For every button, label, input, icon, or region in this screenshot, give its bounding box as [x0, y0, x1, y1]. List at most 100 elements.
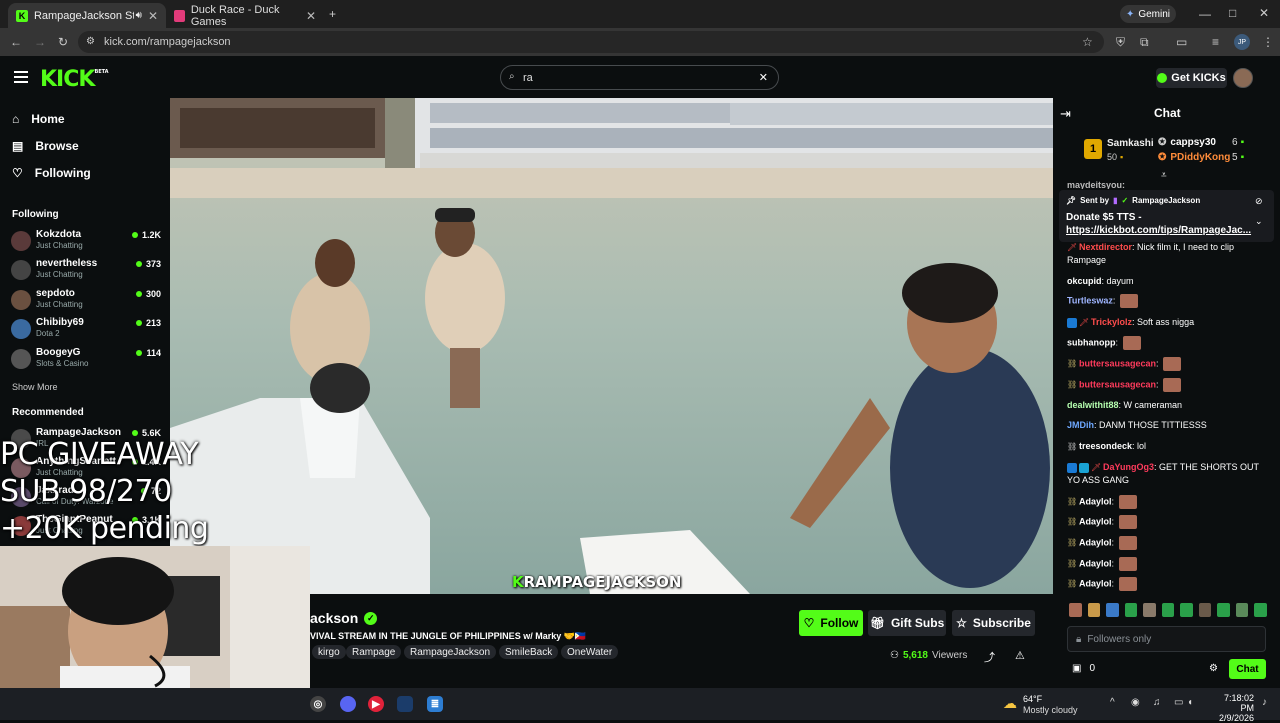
following-channel[interactable]: Kokzdota Just Chatting 1.2K	[11, 228, 161, 254]
following-channel[interactable]: BoogeyG Slots & Casino 114	[11, 346, 161, 372]
discord-icon[interactable]	[340, 696, 356, 712]
chat-input[interactable]: 🔒︎ Followers only	[1067, 626, 1266, 652]
notifications-bell-icon[interactable]: ♪	[1262, 697, 1267, 708]
expand-leaderboard-icon[interactable]: ⩡	[1161, 170, 1167, 181]
close-tab-icon[interactable]: ✕	[306, 9, 316, 23]
user-avatar[interactable]	[1233, 68, 1253, 88]
address-bar[interactable]: ⚙ kick.com/rampagejackson ☆	[78, 31, 1104, 53]
chat-username[interactable]: JMDih	[1067, 420, 1094, 430]
chat-username[interactable]: Adaylol	[1079, 578, 1112, 588]
stream-tag[interactable]: OneWater	[561, 645, 619, 659]
sidebar-item-following[interactable]: ♡ Following	[12, 166, 91, 180]
bookmark-star-icon[interactable]: ☆	[1082, 36, 1093, 48]
close-tab-icon[interactable]: ✕	[148, 9, 158, 23]
hamburger-menu-icon[interactable]	[14, 71, 28, 83]
reload-icon[interactable]: ↻	[58, 36, 68, 48]
maximize-icon[interactable]: □	[1229, 7, 1236, 19]
cast-icon[interactable]: ▭	[1176, 36, 1187, 48]
tab-rampagejackson[interactable]: K RampageJackson Stream - 🔊︎ ✕	[8, 3, 166, 28]
chat-username[interactable]: Turtleswaz	[1067, 295, 1113, 305]
following-channel[interactable]: sepdoto Just Chatting 300	[11, 287, 161, 313]
chat-username[interactable]: dealwithit88	[1067, 400, 1119, 410]
stream-tag[interactable]: SmileBack	[499, 645, 559, 659]
quick-emote[interactable]	[1180, 603, 1193, 617]
chevron-down-icon[interactable]: ⌄	[1255, 216, 1263, 227]
send-chat-button[interactable]: Chat	[1229, 659, 1266, 679]
weather-widget[interactable]: ☁ 64°F Mostly cloudy	[1003, 693, 1103, 715]
subscribe-button[interactable]: ☆ Subscribe	[952, 610, 1035, 636]
leaderboard-name[interactable]: Samkashi	[1107, 138, 1154, 149]
quick-emote[interactable]	[1254, 603, 1268, 617]
kicks-wallet[interactable]: ▣ 0	[1072, 663, 1095, 674]
chat-username[interactable]: buttersausagecan	[1079, 379, 1156, 389]
quick-emote[interactable]	[1143, 603, 1156, 617]
media-player-icon[interactable]: ▶	[368, 696, 384, 712]
report-icon[interactable]: ⚠	[1015, 649, 1025, 662]
sidebar-item-browse[interactable]: ▤ Browse	[12, 139, 79, 153]
volume-icon[interactable]: ◖	[1187, 697, 1193, 708]
following-channel[interactable]: nevertheless Just Chatting 373	[11, 257, 161, 283]
pinned-message[interactable]: 📌︎ Sent by ▮ ✓ RampageJackson ⊘ ⌄ Donate…	[1059, 190, 1274, 242]
chat-username[interactable]: buttersausagecan	[1079, 358, 1156, 368]
clear-search-icon[interactable]: ✕	[759, 71, 768, 84]
show-more-link[interactable]: Show More	[12, 382, 58, 392]
follow-button[interactable]: ♡ Follow	[799, 610, 863, 636]
quick-emote[interactable]	[1124, 603, 1138, 617]
stream-tag[interactable]: RampageJackson	[404, 645, 497, 659]
window-close-icon[interactable]: ✕	[1259, 7, 1269, 19]
minimize-icon[interactable]: —	[1199, 8, 1211, 20]
video-player[interactable]: KRAMPAGEJACKSON	[170, 98, 1053, 594]
profile-avatar[interactable]: JP	[1234, 34, 1250, 50]
audio-icon[interactable]: 🔊︎	[136, 10, 142, 21]
quick-emote[interactable]	[1087, 603, 1101, 617]
kick-logo[interactable]: KICKBETA	[40, 67, 109, 92]
quick-emote[interactable]	[1198, 603, 1212, 617]
stream-tag[interactable]: kirgo	[312, 645, 346, 659]
clock[interactable]: 7:18:02 PM 2/9/2026	[1210, 693, 1254, 723]
quick-emote[interactable]	[1069, 603, 1082, 617]
tray-overflow-chevron-icon[interactable]: ^	[1110, 697, 1115, 708]
microphone-icon[interactable]: ♫	[1153, 697, 1161, 708]
quick-emote[interactable]	[1161, 603, 1175, 617]
following-channel[interactable]: Chibiby69 Dota 2 213	[11, 316, 161, 342]
get-kicks-button[interactable]: Get KICKs	[1156, 68, 1227, 88]
leaderboard-entry[interactable]: ✪ PDiddyKong	[1158, 152, 1230, 163]
pinned-link[interactable]: https://kickbot.com/tips/RampageJac...	[1066, 225, 1251, 236]
chat-username[interactable]: Trickylolz	[1091, 317, 1132, 327]
shield-icon[interactable]: ⛨	[1116, 36, 1125, 48]
share-icon[interactable]: ⤴	[984, 649, 995, 665]
chat-username[interactable]: Adaylol	[1079, 516, 1112, 526]
chat-username[interactable]: DaYungOg3	[1103, 462, 1154, 472]
channel-name-heading[interactable]: ackson ✓	[310, 610, 378, 626]
chat-username[interactable]: subhanopp	[1067, 337, 1116, 347]
steam-icon[interactable]	[397, 696, 413, 712]
new-tab-icon[interactable]: +	[329, 8, 336, 20]
site-info-icon[interactable]: ⚙	[86, 36, 95, 48]
media-icon[interactable]: ≡	[1212, 36, 1219, 48]
menu-dots-icon[interactable]: ⋮	[1262, 36, 1274, 48]
chat-username[interactable]: Adaylol	[1079, 537, 1112, 547]
chat-username[interactable]: okcupid	[1067, 276, 1102, 286]
gift-subs-button[interactable]: 🎁︎ Gift Subs	[868, 610, 946, 636]
extensions-icon[interactable]: ⧉	[1140, 36, 1149, 48]
chat-username[interactable]: Adaylol	[1079, 496, 1112, 506]
chat-settings-gear-icon[interactable]: ⚙	[1209, 663, 1218, 674]
stream-tag[interactable]: Rampage	[346, 645, 402, 659]
unpin-icon[interactable]: ⊘	[1255, 196, 1263, 207]
taskbar-app-icon[interactable]: ◎	[310, 696, 326, 712]
back-icon[interactable]: ←	[10, 36, 22, 48]
chat-username[interactable]: Nextdirector	[1079, 242, 1132, 252]
leaderboard-entry[interactable]: ✪ cappsy30	[1158, 137, 1216, 148]
gemini-button[interactable]: ✦ Gemini	[1120, 5, 1176, 23]
search-input[interactable]: ⌕ ra ✕	[500, 65, 779, 90]
chat-username[interactable]: treesondeck	[1079, 441, 1132, 451]
sidebar-item-home[interactable]: ⌂ Home	[12, 112, 65, 126]
collapse-chat-icon[interactable]: ⇥	[1060, 106, 1071, 122]
quick-emote[interactable]	[1235, 603, 1249, 617]
forward-icon[interactable]: →	[34, 36, 46, 48]
quick-emote[interactable]	[1106, 603, 1119, 617]
notepad-icon[interactable]: ≣	[427, 696, 443, 712]
network-icon[interactable]: ▭	[1174, 697, 1183, 708]
tray-app-icon[interactable]: ◉	[1131, 697, 1140, 708]
chat-username[interactable]: Adaylol	[1079, 558, 1112, 568]
